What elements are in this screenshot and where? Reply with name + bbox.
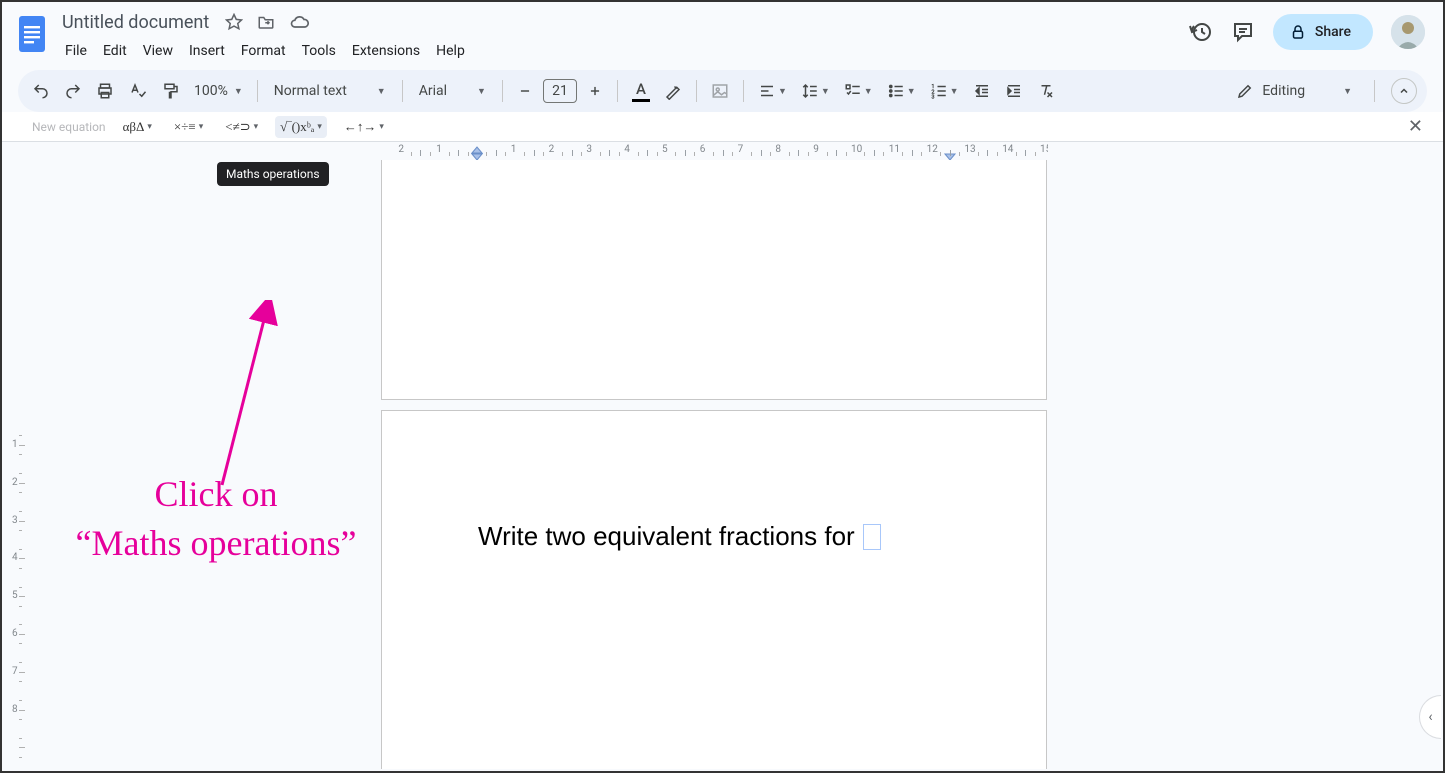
document-canvas[interactable]: 12345678 Write two equivalent fractions … [2, 160, 1443, 769]
title-area: Untitled document File Edit View Insert … [58, 8, 1189, 64]
chevron-down-icon: ▾ [147, 121, 152, 132]
main-toolbar: 100% ▼ Normal text ▼ Arial ▼ 21 A ▼ ▼ ▼ … [18, 70, 1427, 112]
editing-mode-label: Editing [1262, 83, 1305, 99]
numbered-list-dropdown[interactable]: 123▼ [926, 76, 963, 106]
relations-dropdown[interactable]: <≠⊃▾ [220, 116, 263, 138]
chevron-down-icon: ▼ [864, 86, 873, 97]
horizontal-ruler[interactable]: 21123456789101112131415 [2, 144, 1443, 160]
vertical-ruler[interactable]: 12345678 [10, 424, 26, 769]
greek-letters-dropdown[interactable]: αβΔ▾ [118, 116, 157, 138]
expand-side-panel-button[interactable]: ‹ [1419, 695, 1441, 739]
lock-icon [1289, 23, 1307, 41]
clear-formatting-button[interactable] [1033, 76, 1059, 106]
chevron-down-icon: ▼ [1343, 86, 1352, 97]
move-icon[interactable] [257, 13, 275, 31]
checklist-dropdown[interactable]: ▼ [840, 76, 877, 106]
menu-insert[interactable]: Insert [182, 41, 232, 61]
body-text: Write two equivalent fractions for [478, 521, 855, 552]
paint-format-button[interactable] [158, 76, 184, 106]
spellcheck-button[interactable] [124, 76, 152, 106]
bulleted-list-dropdown[interactable]: ▼ [883, 76, 920, 106]
close-equation-toolbar-button[interactable]: ✕ [1408, 116, 1423, 137]
cloud-status-icon[interactable] [289, 13, 309, 31]
decrease-font-button[interactable] [513, 76, 537, 106]
chevron-down-icon: ▼ [907, 86, 916, 97]
document-title[interactable]: Untitled document [58, 12, 213, 33]
menu-view[interactable]: View [136, 41, 180, 61]
header-right: Share [1189, 8, 1433, 50]
svg-text:3: 3 [931, 95, 934, 101]
account-avatar[interactable] [1391, 15, 1425, 49]
menu-format[interactable]: Format [234, 41, 293, 61]
chevron-down-icon: ▼ [234, 86, 243, 97]
align-dropdown[interactable]: ▼ [754, 76, 791, 106]
increase-indent-button[interactable] [1001, 76, 1027, 106]
menu-tools[interactable]: Tools [295, 41, 343, 61]
zoom-dropdown[interactable]: 100% ▼ [190, 83, 247, 99]
chevron-down-icon: ▼ [821, 86, 830, 97]
font-dropdown[interactable]: Arial ▼ [413, 83, 492, 99]
chevron-down-icon: ▼ [778, 86, 787, 97]
page-2: Write two equivalent fractions for [381, 410, 1047, 769]
annotation-text: Click on “Maths operations” [46, 470, 386, 567]
document-body[interactable]: Write two equivalent fractions for [478, 521, 881, 552]
redo-button[interactable] [60, 76, 86, 106]
font-label: Arial [419, 83, 447, 99]
highlight-color-button[interactable] [660, 76, 686, 106]
undo-button[interactable] [28, 76, 54, 106]
arrows-dropdown[interactable]: ←↑→▾ [339, 116, 389, 138]
app-header: Untitled document File Edit View Insert … [2, 2, 1443, 66]
menu-extensions[interactable]: Extensions [345, 41, 427, 61]
history-icon[interactable] [1189, 20, 1213, 44]
star-icon[interactable] [225, 13, 243, 31]
share-button[interactable]: Share [1273, 14, 1373, 50]
docs-logo-icon[interactable] [12, 8, 52, 62]
zoom-value: 100% [194, 83, 228, 99]
chevron-down-icon: ▾ [254, 121, 259, 132]
maths-operations-tooltip: Maths operations [217, 162, 329, 186]
chevron-down-icon: ▾ [199, 121, 204, 132]
menu-bar: File Edit View Insert Format Tools Exten… [58, 38, 1189, 64]
new-equation-button[interactable]: New equation [32, 120, 106, 134]
paragraph-style-dropdown[interactable]: Normal text ▼ [268, 83, 392, 99]
editing-mode-dropdown[interactable]: Editing ▼ [1224, 76, 1364, 106]
collapse-toolbar-button[interactable] [1391, 78, 1417, 104]
math-operations-dropdown[interactable]: √‾()xᵇₐ▾ [275, 116, 327, 138]
decrease-indent-button[interactable] [969, 76, 995, 106]
equation-toolbar: New equation αβΔ▾ ×÷≡▾ <≠⊃▾ √‾()xᵇₐ▾ ←↑→… [2, 112, 1443, 142]
text-color-button[interactable]: A [628, 76, 654, 106]
misc-operations-dropdown[interactable]: ×÷≡▾ [169, 116, 208, 138]
paragraph-style-label: Normal text [274, 83, 347, 99]
comments-icon[interactable] [1231, 20, 1255, 44]
annotation-arrow [212, 300, 292, 490]
menu-file[interactable]: File [58, 41, 94, 61]
chevron-down-icon: ▾ [379, 121, 384, 132]
equation-placeholder[interactable] [863, 524, 881, 550]
insert-image-button[interactable] [707, 76, 733, 106]
menu-edit[interactable]: Edit [96, 41, 134, 61]
chevron-down-icon: ▼ [477, 86, 486, 97]
line-spacing-dropdown[interactable]: ▼ [797, 76, 834, 106]
print-button[interactable] [92, 76, 118, 106]
chevron-down-icon: ▼ [950, 86, 959, 97]
font-size-input[interactable]: 21 [543, 79, 577, 103]
page-1 [381, 160, 1047, 400]
increase-font-button[interactable] [583, 76, 607, 106]
chevron-down-icon: ▼ [377, 86, 386, 97]
chevron-down-icon: ▾ [317, 121, 322, 132]
menu-help[interactable]: Help [429, 41, 472, 61]
pencil-icon [1236, 82, 1254, 100]
share-label: Share [1315, 24, 1351, 40]
